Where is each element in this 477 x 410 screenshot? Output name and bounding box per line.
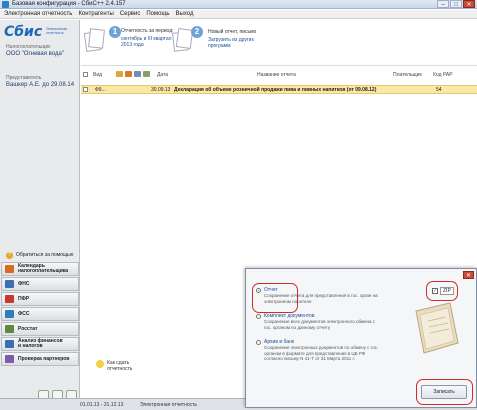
sidebar-item-fns[interactable]: ФНС [1, 277, 79, 291]
zip-checkbox[interactable]: ✓ [432, 288, 438, 294]
menu-electronic-reporting[interactable]: Электронная отчетность [4, 10, 72, 18]
sidebar-item-label: ФНС [18, 280, 30, 287]
sidebar-item-fss[interactable]: ФСС [1, 307, 79, 321]
sidebar-item-rosstat[interactable]: Росстат [1, 322, 79, 336]
representative-value[interactable]: Вашкер А.Е. до 29.08.14 [6, 82, 74, 88]
sidebar-item-label: Анализ финансов и налогов [18, 338, 63, 349]
col-header-date[interactable]: Дата [157, 72, 168, 78]
row-report-name: Декларация об объеме розничной продажи п… [174, 87, 377, 93]
sidebar-item-check-partners[interactable]: Проверка партнеров [1, 352, 79, 366]
chart-icon [5, 340, 14, 348]
taxpayer-label: Налогоплательщик [6, 44, 51, 50]
col-header-payer[interactable]: Плательщик [393, 72, 422, 78]
col-header-rar-code[interactable]: Код РАР [433, 72, 453, 78]
step-2-link[interactable]: Загрузить из других программ [208, 37, 254, 49]
check-partners-icon [5, 355, 14, 363]
lightbulb-icon [96, 360, 104, 368]
col-header-type[interactable]: Вид [93, 72, 102, 78]
filter-icon[interactable] [125, 71, 132, 77]
option-bank-archive-desc: Сохранение электронных документов по обм… [264, 345, 379, 361]
help-link[interactable]: ? Обратиться за помощью [3, 250, 77, 260]
row-date: 30.09.13 [151, 87, 171, 93]
calendar-icon [5, 265, 14, 273]
window-title: Базовая конфигурация - СбиС++ 2.4.157 [12, 1, 126, 7]
save-button[interactable]: Записать [421, 385, 467, 399]
folder-icon[interactable] [116, 71, 123, 77]
fss-icon [5, 310, 14, 318]
sidebar-item-label: ПФР [18, 295, 30, 302]
reports-pages-icon [83, 28, 105, 54]
how-to-submit-label: Как сдать отчетность [107, 360, 133, 372]
row-type: Ф9... [95, 87, 106, 93]
close-button[interactable]: ✕ [463, 0, 475, 8]
menu-service[interactable]: Сервис [120, 10, 141, 18]
radio-report[interactable] [256, 288, 261, 293]
save-dialog: ✕ Отчет Сохранение отчета для представле… [245, 268, 477, 408]
new-report-pages-icon [172, 28, 194, 54]
representative-label: Представитель [6, 75, 42, 81]
help-icon: ? [6, 251, 13, 259]
logo-subtitle: Электронная отчетность [46, 27, 68, 35]
sidebar-item-label: Проверка партнеров [18, 355, 70, 362]
how-to-submit-link[interactable]: Как сдать отчетность [96, 360, 132, 372]
zip-label: ZIP [440, 287, 454, 295]
help-label: Обратиться за помощью [16, 252, 74, 258]
step-2-caption[interactable]: Новый отчет, письмо [208, 29, 256, 35]
archive-box-icon [415, 302, 459, 354]
sidebar: Сбис Электронная отчетность Налогоплател… [0, 20, 80, 401]
menu-help[interactable]: Помощь [146, 10, 169, 18]
sidebar-nav: Календарь налогоплательщика ФНС ПФР ФСС … [1, 262, 79, 367]
step-2-badge: 2 [191, 26, 203, 38]
step-1-link[interactable]: сентябрь и III квартал 2013 года [121, 36, 172, 48]
sidebar-item-label: ФСС [18, 310, 30, 317]
dialog-close-button[interactable]: ✕ [463, 271, 474, 279]
logo-brand: Сбис [4, 24, 43, 40]
row-checkbox[interactable] [83, 87, 88, 92]
minimize-button[interactable]: – [437, 0, 449, 8]
status-section: Электронная отчетность [140, 402, 198, 408]
sidebar-item-label: Календарь налогоплательщика [18, 263, 69, 274]
radio-bank-archive[interactable] [256, 340, 261, 345]
rosstat-icon [5, 325, 14, 333]
pfr-icon [5, 295, 14, 303]
menu-counterparties[interactable]: Контрагенты [78, 10, 113, 18]
radio-document-set[interactable] [256, 314, 261, 319]
window-titlebar: Базовая конфигурация - СбиС++ 2.4.157 – … [0, 0, 477, 9]
option-document-set-desc: Сохранение всех документов электронного … [264, 319, 376, 330]
sidebar-item-label: Росстат [18, 325, 38, 332]
app-icon [2, 1, 9, 8]
sidebar-item-pfr[interactable]: ПФР [1, 292, 79, 306]
attach-icon[interactable] [143, 71, 150, 77]
menu-bar: Электронная отчетность Контрагенты Серви… [0, 10, 477, 19]
sidebar-item-analysis[interactable]: Анализ финансов и налогов [1, 337, 79, 351]
menu-exit[interactable]: Выход [176, 10, 194, 18]
table-row[interactable]: Ф9... 30.09.13 Декларация об объеме розн… [81, 85, 477, 94]
row-rar-code: 54 [436, 87, 442, 93]
step-1-badge: 1 [109, 26, 121, 38]
fns-icon [5, 280, 14, 288]
select-all-checkbox[interactable] [83, 72, 88, 77]
col-header-name[interactable]: Название отчета [257, 72, 296, 78]
print-icon[interactable] [134, 71, 141, 77]
zip-option[interactable]: ✓ ZIP [432, 287, 454, 295]
option-report-desc: Сохранение отчета для представления в го… [264, 293, 378, 304]
window-controls: – □ ✕ [437, 0, 475, 8]
status-period[interactable]: 01.01.13 - 31.12.13 [80, 402, 123, 408]
sidebar-item-calendar[interactable]: Календарь налогоплательщика [1, 262, 79, 276]
maximize-button[interactable]: □ [450, 0, 462, 8]
step-1-caption: Отчетность за период: [121, 28, 174, 34]
steps-panel: 1 Отчетность за период: сентябрь и III к… [81, 20, 477, 66]
taxpayer-value[interactable]: ООО "Огневая вода" [6, 51, 64, 57]
